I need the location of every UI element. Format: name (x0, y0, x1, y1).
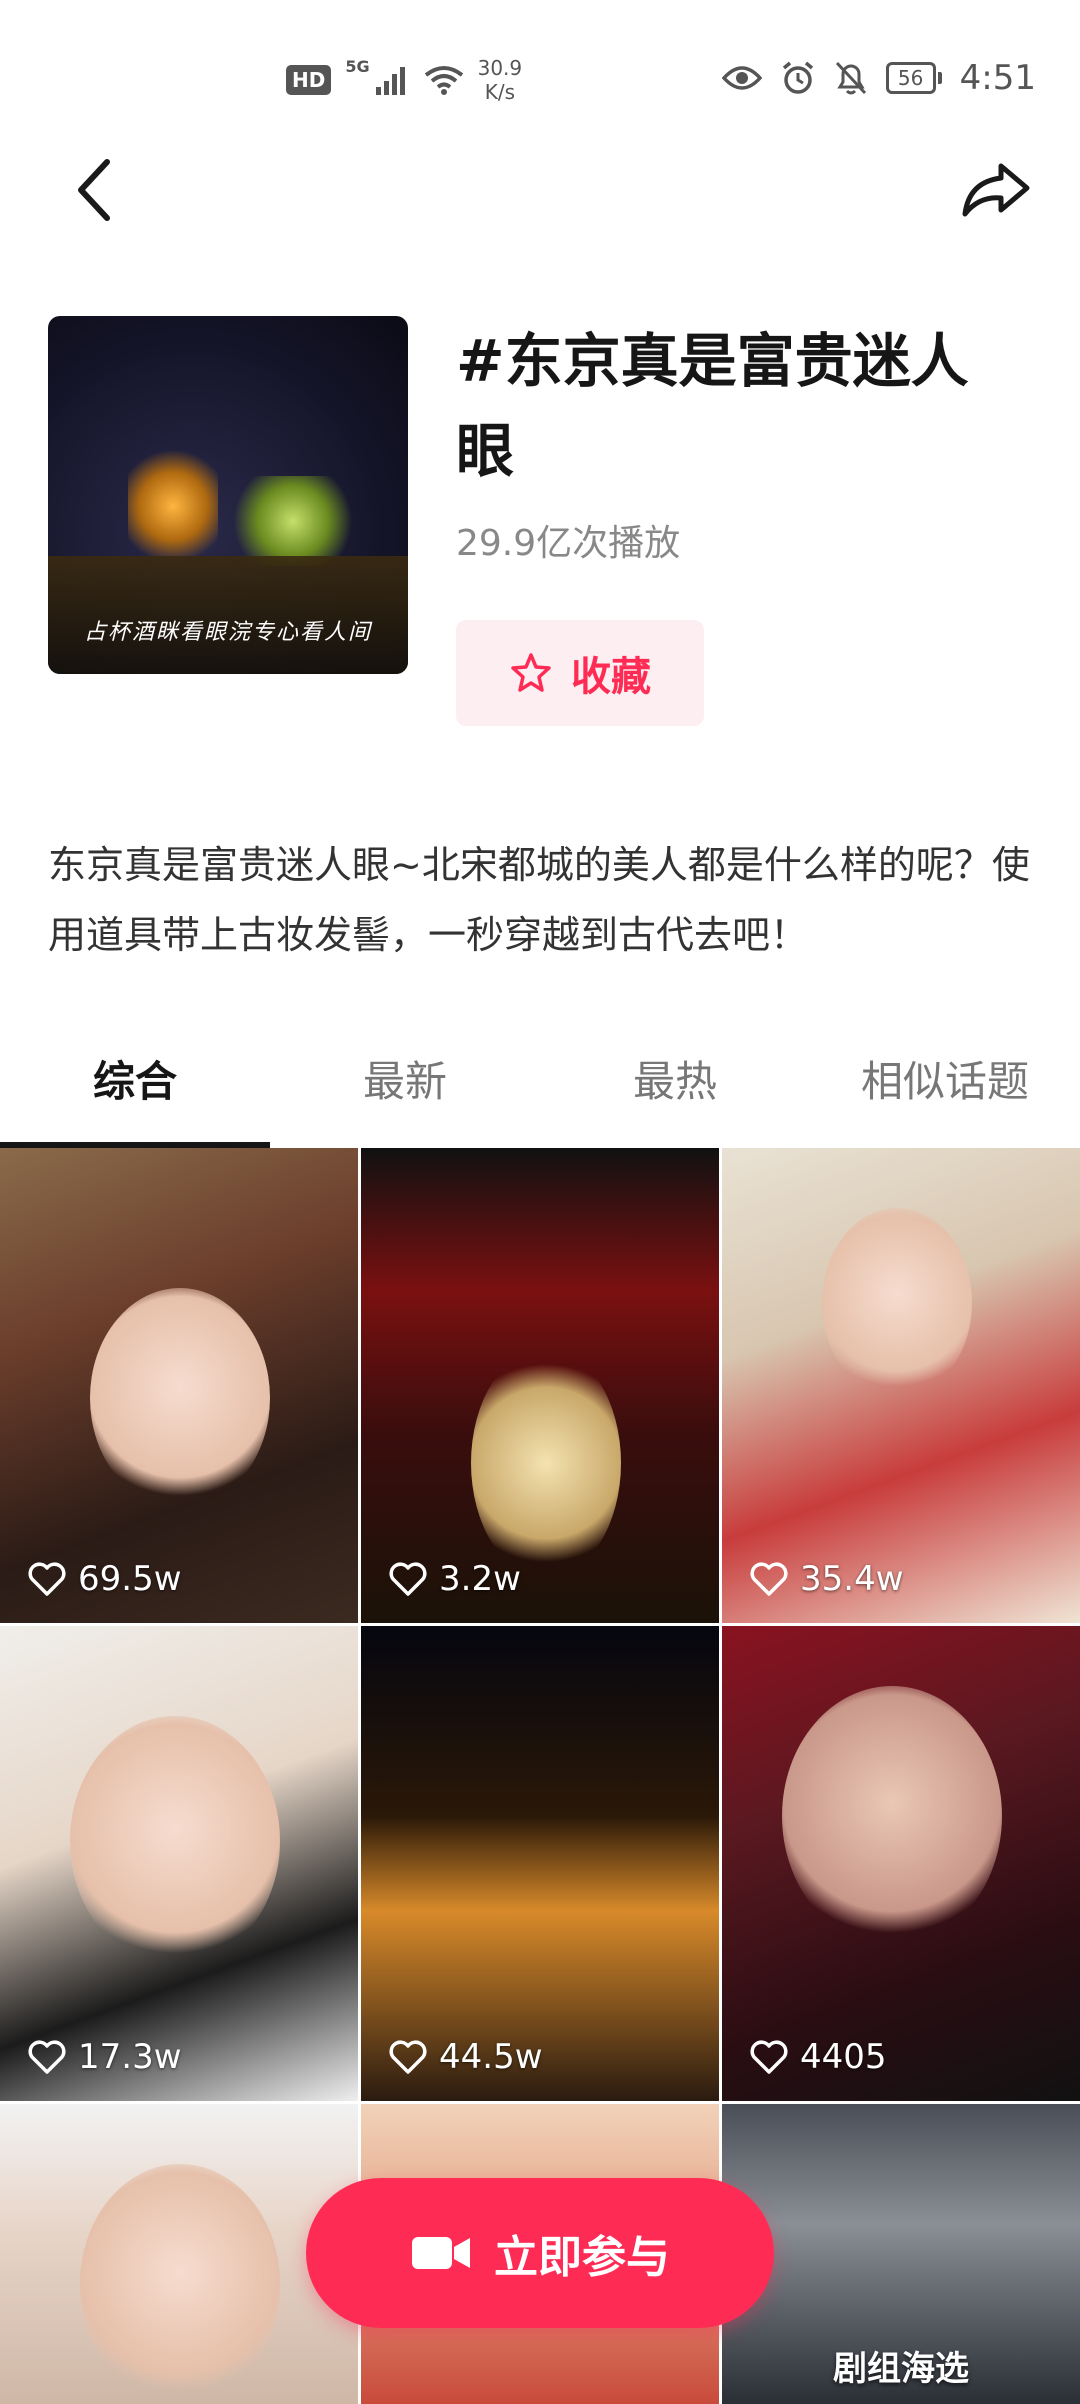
video-card[interactable]: 69.5w (0, 1148, 358, 1623)
signal-icon (375, 67, 405, 95)
tab-comprehensive[interactable]: 综合 (0, 1040, 270, 1148)
favorite-label: 收藏 (571, 654, 651, 700)
heart-icon (750, 1562, 788, 1596)
clock: 4:51 (959, 58, 1036, 98)
thumbnail-figure (782, 1686, 1002, 1946)
video-card[interactable]: 3.2w (361, 1148, 719, 1623)
join-button[interactable]: 立即参与 (306, 2178, 774, 2328)
tab-similar-topics[interactable]: 相似话题 (810, 1040, 1080, 1146)
star-icon (511, 653, 551, 692)
net-speed-unit: K/s (484, 80, 516, 104)
share-arrow-icon (962, 163, 1030, 217)
hd-badge: HD (286, 65, 332, 95)
like-count-value: 17.3w (78, 2037, 182, 2077)
tab-hottest[interactable]: 最热 (540, 1040, 810, 1146)
video-card[interactable]: 剧组海选 (722, 2104, 1080, 2404)
heart-icon (28, 1562, 66, 1596)
status-right: 56 4:51 (721, 58, 1036, 98)
like-count-value: 35.4w (800, 1559, 904, 1599)
like-count: 35.4w (750, 1559, 904, 1599)
thumbnail-figure (90, 1288, 270, 1508)
like-count: 17.3w (28, 2037, 182, 2077)
heart-icon (389, 1562, 427, 1596)
network-type: 5G (345, 56, 370, 76)
like-count-value: 44.5w (439, 2037, 543, 2077)
video-camera-icon (412, 2237, 470, 2269)
net-speed-value: 30.9 (477, 56, 523, 80)
bell-muted-icon (835, 61, 866, 95)
tab-latest[interactable]: 最新 (270, 1040, 540, 1146)
video-overlay-text: 剧组海选 (833, 2349, 969, 2389)
play-count: 29.9亿次播放 (456, 523, 681, 564)
status-left: HD 5G 30.9 K/s (286, 56, 522, 104)
video-card[interactable]: 4405 (722, 1626, 1080, 2101)
share-button[interactable] (956, 150, 1036, 230)
topic-title: #东京真是富贵迷人眼 (456, 327, 969, 485)
battery-indicator: 56 (885, 62, 942, 94)
cover-caption: 占杯酒眯看眼浣专心看人间 (83, 620, 372, 645)
battery-tip (937, 72, 942, 84)
tab-bar: 综合 最新 最热 相似话题 (0, 1040, 1080, 1148)
favorite-button[interactable]: 收藏 (456, 620, 704, 726)
status-bar: HD 5G 30.9 K/s 56 4:51 (0, 0, 1080, 160)
battery-level: 56 (885, 62, 936, 94)
like-count-value: 3.2w (439, 1559, 521, 1599)
video-card[interactable] (0, 2104, 358, 2404)
heart-icon (28, 2040, 66, 2074)
thumbnail-figure (70, 1716, 280, 1966)
like-count-value: 69.5w (78, 1559, 182, 1599)
back-button[interactable] (60, 150, 130, 230)
cover-light-pagoda (128, 446, 218, 566)
video-card[interactable]: 44.5w (361, 1626, 719, 2101)
chevron-left-icon (78, 159, 110, 221)
video-card[interactable]: 17.3w (0, 1626, 358, 2101)
topic-description: 东京真是富贵迷人眼~北宋都城的美人都是什么样的呢？使用道具带上古妆发髻，一秒穿越… (48, 843, 1030, 957)
like-count: 3.2w (389, 1559, 521, 1599)
thumbnail-figure (80, 2164, 280, 2404)
cover-light-bridge (228, 476, 358, 566)
like-count: 44.5w (389, 2037, 543, 2077)
alarm-icon (782, 61, 813, 94)
video-card[interactable]: 35.4w (722, 1148, 1080, 1623)
like-count: 69.5w (28, 1559, 182, 1599)
thumbnail-figure (471, 1348, 621, 1578)
topic-cover-image: 占杯酒眯看眼浣专心看人间 (48, 316, 408, 674)
like-count: 4405 (750, 2037, 887, 2077)
eye-icon (721, 66, 762, 90)
net-speed: 30.9 K/s (478, 56, 523, 104)
join-button-label: 立即参与 (494, 2232, 670, 2283)
like-count-value: 4405 (800, 2037, 887, 2077)
heart-icon (750, 2040, 788, 2074)
wifi-icon (424, 66, 463, 95)
heart-icon (389, 2040, 427, 2074)
thumbnail-figure (822, 1208, 972, 1398)
